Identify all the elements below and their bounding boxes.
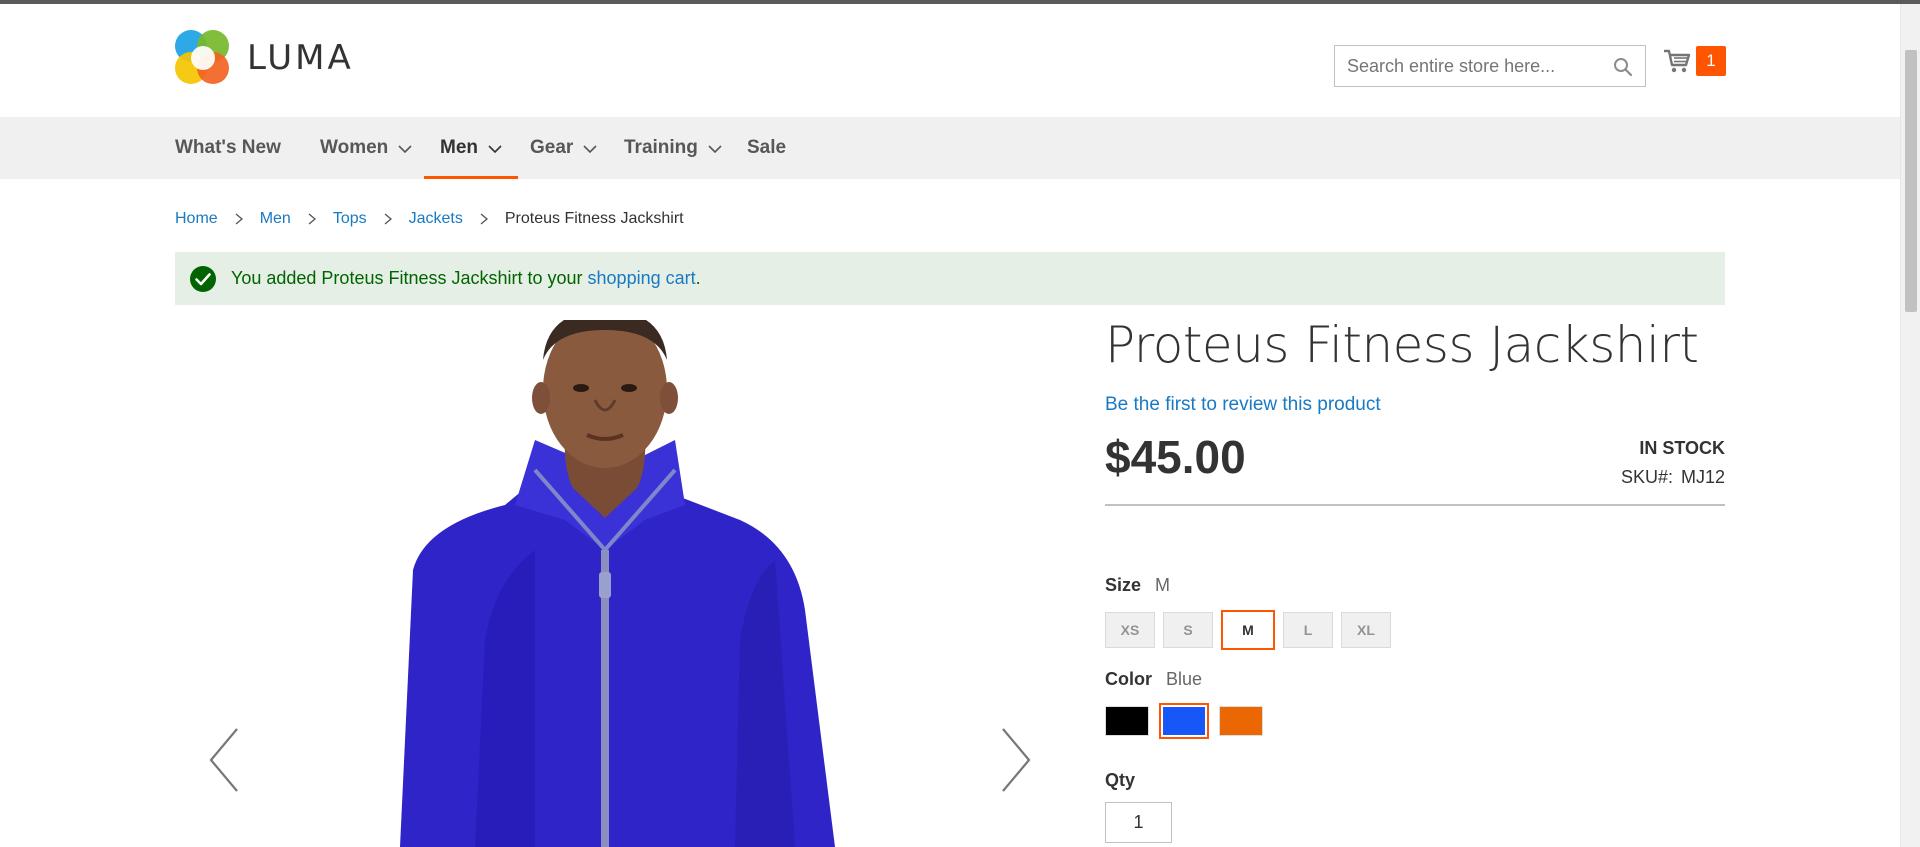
store-logo[interactable]: LUMA — [175, 30, 354, 86]
nav-item-label: Men — [440, 137, 478, 158]
size-option-s[interactable]: S — [1163, 612, 1213, 648]
chevron-right-icon — [384, 213, 392, 225]
size-option-l[interactable]: L — [1283, 612, 1333, 648]
sku-label: SKU#: — [1620, 467, 1673, 487]
product-sku: SKU#: MJ12 — [1621, 467, 1725, 488]
product-image[interactable] — [175, 320, 1065, 847]
breadcrumb-link-home[interactable]: Home — [175, 210, 218, 228]
product-gallery — [175, 320, 1065, 847]
breadcrumb-link-men[interactable]: Men — [260, 210, 291, 228]
logo-text: LUMA — [247, 38, 354, 78]
color-option-blue[interactable] — [1159, 703, 1209, 739]
review-link[interactable]: Be the first to review this product — [1105, 394, 1381, 416]
cart-count-badge: 1 — [1696, 46, 1726, 76]
breadcrumb-current: Proteus Fitness Jackshirt — [504, 210, 684, 227]
shopping-cart-link[interactable]: shopping cart — [588, 268, 696, 289]
nav-item-sale[interactable]: Sale — [747, 117, 786, 179]
nav-item-label: Sale — [747, 137, 787, 158]
size-option-xl[interactable]: XL — [1341, 612, 1391, 648]
success-message: You added Proteus Fitness Jackshirt to y… — [175, 252, 1725, 305]
stock-status: In stock — [1639, 438, 1725, 458]
product-info: Proteus Fitness Jackshirt Be the first t… — [1105, 310, 1725, 843]
qty-label: Qty — [1105, 770, 1136, 790]
shopping-cart-icon — [1664, 49, 1691, 73]
breadcrumb: Home Men Tops Jackets Proteus Fitness Ja… — [175, 210, 684, 228]
message-text: You added Proteus Fitness Jackshirt to y… — [231, 268, 588, 288]
color-selected-value: Blue — [1166, 669, 1203, 689]
main-navigation: What's New Women Men Gear Training Sale — [0, 117, 1900, 179]
size-option-xs[interactable]: XS — [1105, 612, 1155, 648]
chevron-right-icon — [480, 213, 488, 225]
qty-input[interactable] — [1105, 802, 1172, 843]
breadcrumb-link-tops[interactable]: Tops — [333, 210, 367, 228]
color-swatches — [1105, 703, 1276, 739]
nav-item-training[interactable]: Training — [624, 117, 722, 179]
nav-item-gear[interactable]: Gear — [530, 117, 597, 179]
page-scrollbar[interactable] — [1900, 4, 1920, 847]
scrollbar-thumb[interactable] — [1905, 50, 1917, 312]
size-attribute-label: Size M — [1105, 575, 1170, 596]
minicart[interactable]: 1 — [1662, 46, 1726, 76]
chevron-down-icon — [398, 145, 412, 154]
chevron-right-icon — [308, 213, 316, 225]
nav-item-label: Training — [624, 137, 698, 158]
size-option-m[interactable]: M — [1221, 610, 1275, 650]
luma-logo-icon — [175, 30, 231, 86]
product-price: $45.00 — [1105, 431, 1246, 483]
nav-item-label: What's New — [175, 137, 281, 158]
message-suffix: . — [695, 268, 701, 288]
search-input[interactable] — [1335, 46, 1605, 86]
chevron-down-icon — [708, 145, 722, 154]
success-check-icon — [190, 265, 216, 292]
color-attribute-label: Color Blue — [1105, 669, 1202, 690]
search-icon[interactable] — [1613, 57, 1633, 77]
nav-item-whats-new[interactable]: What's New — [175, 117, 281, 179]
gallery-next-arrow-icon[interactable] — [995, 725, 1035, 795]
chevron-right-icon — [235, 213, 243, 225]
chevron-down-icon — [488, 145, 502, 154]
size-label: Size — [1105, 575, 1142, 595]
color-label: Color — [1105, 669, 1152, 689]
nav-item-men[interactable]: Men — [424, 117, 518, 179]
gallery-prev-arrow-icon[interactable] — [205, 725, 245, 795]
breadcrumb-link-jackets[interactable]: Jackets — [409, 210, 463, 228]
site-header: LUMA 1 — [0, 4, 1900, 117]
sku-value: MJ12 — [1680, 467, 1725, 487]
search-box — [1334, 45, 1646, 87]
divider — [1105, 504, 1725, 506]
size-swatches: XS S M L XL — [1105, 610, 1399, 650]
color-option-black[interactable] — [1105, 706, 1149, 736]
chevron-down-icon — [583, 145, 597, 154]
nav-item-label: Gear — [530, 137, 574, 158]
nav-item-women[interactable]: Women — [320, 117, 412, 179]
nav-item-label: Women — [320, 137, 389, 158]
color-option-orange[interactable] — [1219, 706, 1263, 736]
product-title: Proteus Fitness Jackshirt — [1105, 316, 1699, 374]
size-selected-value: M — [1155, 575, 1171, 595]
